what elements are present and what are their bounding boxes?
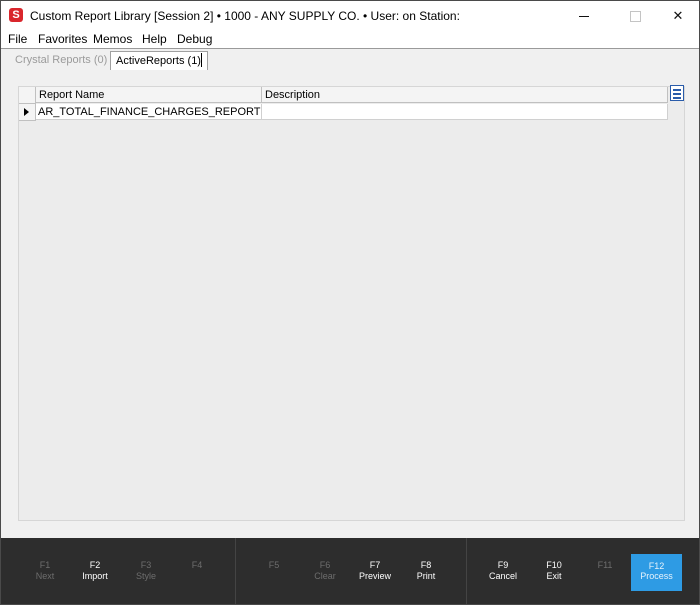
- column-header-description[interactable]: Description: [262, 87, 668, 103]
- row-selector[interactable]: [19, 104, 36, 121]
- f8-print-button[interactable]: F8 Print: [401, 538, 451, 604]
- cell-report-name[interactable]: AR_TOTAL_FINANCE_CHARGES_REPORT: [36, 104, 262, 120]
- f3-style-button[interactable]: F3 Style: [121, 538, 171, 604]
- f11-button[interactable]: F11: [580, 538, 630, 604]
- fkey-caption: Style: [135, 571, 156, 581]
- minimize-icon: [579, 16, 589, 18]
- content-area: Report Name Description AR_TOTAL_FINANCE…: [1, 70, 699, 538]
- minimize-button[interactable]: [561, 1, 607, 30]
- fkey-caption: Preview: [358, 571, 391, 581]
- tab-active-reports[interactable]: ActiveReports (1): [110, 51, 208, 70]
- column-chooser-icon: [673, 89, 681, 91]
- maximize-icon: [629, 11, 641, 23]
- fkey-group-divider: [466, 538, 467, 604]
- f5-button[interactable]: F5: [249, 538, 299, 604]
- tab-crystal-reports[interactable]: Crystal Reports (0): [11, 52, 111, 68]
- f9-cancel-button[interactable]: F9 Cancel: [478, 538, 528, 604]
- app-logo-icon: S: [9, 8, 23, 22]
- f7-preview-button[interactable]: F7 Preview: [350, 538, 400, 604]
- menu-file[interactable]: File: [8, 32, 27, 46]
- fkey-caption: Process: [640, 571, 673, 581]
- menu-memos[interactable]: Memos: [93, 32, 132, 46]
- fkey-caption: Print: [416, 571, 436, 581]
- fkey-label: F10: [546, 560, 562, 570]
- fkey-label: F6: [319, 560, 331, 570]
- fkey-label: F3: [140, 560, 152, 570]
- f4-button[interactable]: F4: [172, 538, 222, 604]
- report-type-tabs: Crystal Reports (0) ActiveReports (1): [1, 49, 699, 70]
- fkey-caption: Clear: [314, 571, 336, 581]
- column-chooser-icon-line: [673, 93, 681, 95]
- f6-clear-button[interactable]: F6 Clear: [300, 538, 350, 604]
- current-row-arrow-icon: [24, 108, 29, 116]
- tab-caret: [201, 53, 202, 67]
- title-bar[interactable]: S Custom Report Library [Session 2] • 10…: [1, 1, 699, 30]
- row-selector-header: [19, 87, 36, 104]
- maximize-button[interactable]: [612, 1, 658, 30]
- cell-description[interactable]: [262, 104, 668, 120]
- menu-favorites[interactable]: Favorites: [38, 32, 87, 46]
- app-window: S Custom Report Library [Session 2] • 10…: [0, 0, 700, 605]
- f12-process-button[interactable]: F12 Process: [631, 554, 682, 591]
- fkey-label: F4: [191, 560, 203, 570]
- menu-bar: File Favorites Memos Help Debug: [1, 30, 699, 48]
- fkey-label: F12: [648, 561, 665, 571]
- fkey-group-divider: [235, 538, 236, 604]
- fkey-caption: Import: [82, 571, 108, 581]
- fkey-label: F11: [597, 560, 613, 570]
- grid-header: Report Name Description: [19, 87, 669, 104]
- fkey-label: F1: [39, 560, 51, 570]
- report-grid[interactable]: Report Name Description AR_TOTAL_FINANCE…: [18, 86, 685, 521]
- f10-exit-button[interactable]: F10 Exit: [529, 538, 579, 604]
- function-key-bar: F1 Next F2 Import F3 Style F4 F5 F6 Clear F7…: [1, 538, 699, 604]
- fkey-label: F2: [89, 560, 101, 570]
- fkey-label: F8: [420, 560, 432, 570]
- menu-help[interactable]: Help: [142, 32, 167, 46]
- fkey-label: F7: [369, 560, 381, 570]
- fkey-caption: Cancel: [488, 571, 517, 581]
- column-chooser-button[interactable]: [670, 85, 684, 101]
- close-icon: ✕: [672, 8, 684, 23]
- fkey-caption: Next: [35, 571, 55, 581]
- column-chooser-icon-line: [673, 97, 681, 99]
- menu-debug[interactable]: Debug: [177, 32, 212, 46]
- f1-next-button[interactable]: F1 Next: [20, 538, 70, 604]
- fkey-label: F5: [268, 560, 280, 570]
- fkey-caption: Exit: [546, 571, 562, 581]
- fkey-label: F9: [497, 560, 509, 570]
- window-title: Custom Report Library [Session 2] • 1000…: [30, 9, 460, 23]
- column-header-report-name[interactable]: Report Name: [36, 87, 262, 103]
- f2-import-button[interactable]: F2 Import: [70, 538, 120, 604]
- table-row[interactable]: AR_TOTAL_FINANCE_CHARGES_REPORT: [19, 104, 669, 121]
- close-button[interactable]: ✕: [655, 1, 700, 30]
